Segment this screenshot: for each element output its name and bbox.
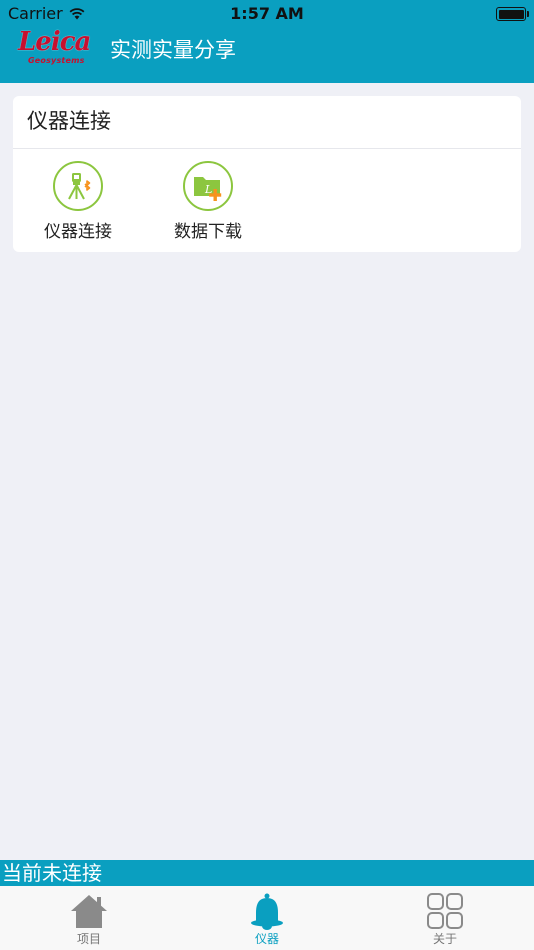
- tab-instrument[interactable]: 仪器: [178, 886, 356, 950]
- tab-instrument-label: 仪器: [254, 932, 279, 946]
- instrument-connect-label: 仪器连接: [44, 222, 112, 242]
- leica-logo: Leica Geosystems: [18, 27, 91, 65]
- status-bar: Carrier 1:57 AM: [0, 0, 534, 28]
- instrument-connection-card: 仪器连接 仪器连接 L 数据下载: [13, 96, 521, 252]
- grid-icon: [427, 893, 463, 929]
- page-title: 实测实量分享: [110, 38, 236, 62]
- instrument-connect-button[interactable]: 仪器连接: [23, 158, 133, 248]
- card-title: 仪器连接: [27, 109, 111, 133]
- connection-status-bar: 当前未连接: [0, 860, 534, 886]
- tab-about[interactable]: 关于: [356, 886, 534, 950]
- card-divider: [13, 148, 521, 149]
- data-download-label: 数据下载: [174, 222, 242, 242]
- data-download-button[interactable]: L 数据下载: [153, 158, 263, 248]
- app-header: Carrier 1:57 AM Leica Geosystems 实测实量分享: [0, 0, 534, 83]
- status-time: 1:57 AM: [230, 4, 304, 23]
- nav-bar: Leica Geosystems 实测实量分享: [0, 28, 534, 83]
- total-station-bluetooth-icon: [53, 161, 103, 211]
- tab-projects-label: 项目: [76, 932, 101, 946]
- tab-bar: 项目 仪器 关于: [0, 886, 534, 950]
- tab-projects[interactable]: 项目: [0, 886, 178, 950]
- folder-add-icon: L: [183, 161, 233, 211]
- home-icon: [71, 895, 107, 928]
- connection-status-text: 当前未连接: [2, 861, 102, 885]
- bell-icon: [251, 893, 283, 930]
- tab-about-label: 关于: [432, 932, 457, 946]
- battery-icon: [496, 7, 529, 21]
